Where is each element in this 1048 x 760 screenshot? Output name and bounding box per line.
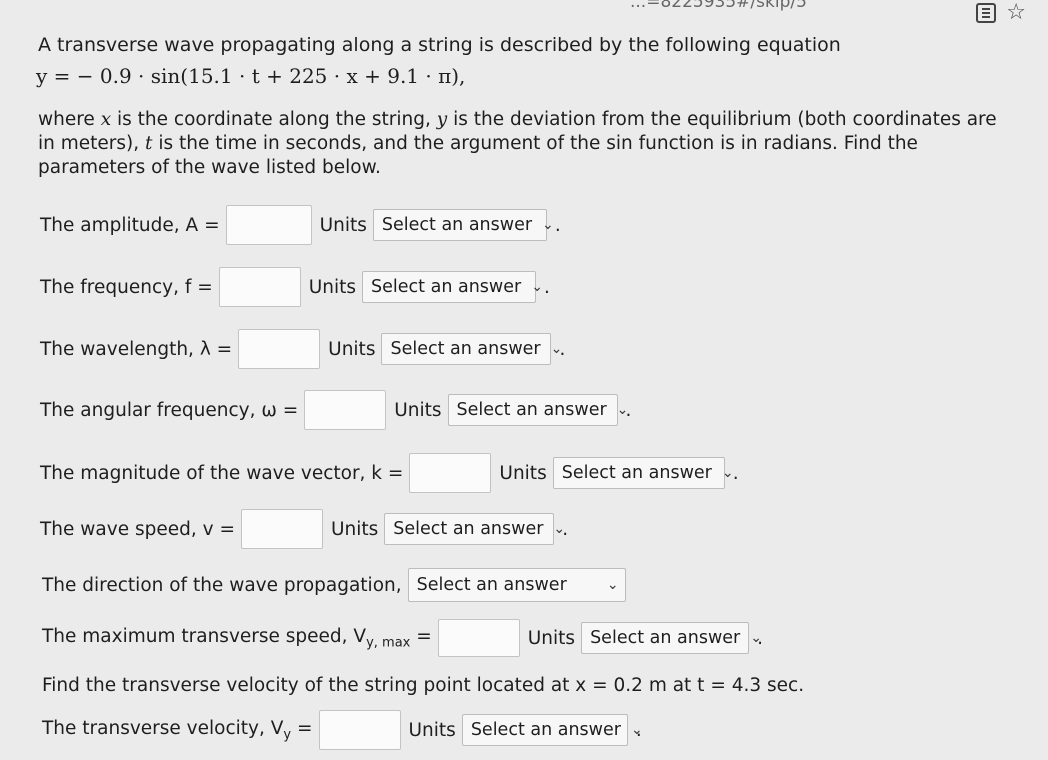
top-toolbar: ☆ (976, 2, 1026, 24)
amplitude-input[interactable] (225, 205, 312, 245)
wavelength-units-select[interactable]: Select an answer ⌄ (381, 333, 562, 365)
angular-frequency-units-select[interactable]: Select an answer ⌄ (447, 394, 628, 426)
chevron-down-icon: ⌄ (542, 217, 554, 233)
transverse-velocity-period: . (635, 719, 642, 741)
direction-select[interactable]: Select an answer ⌄ (407, 568, 626, 602)
direction-label: The direction of the wave propagation, (42, 574, 402, 596)
wave-speed-units-label: Units (330, 518, 379, 540)
wavelength-row: The wavelength, λ = Units Select an answ… (40, 329, 565, 369)
wave-vector-row: The magnitude of the wave vector, k = Un… (40, 453, 739, 493)
chevron-down-icon: ⌄ (606, 577, 619, 593)
wave-vector-units-label: Units (499, 462, 547, 484)
wave-speed-input[interactable] (240, 509, 323, 549)
amplitude-period: . (554, 214, 561, 236)
transverse-velocity-row: The transverse velocity, Vy = Units Sele… (42, 710, 643, 750)
max-transverse-speed-label: The maximum transverse speed, Vy, max = (42, 625, 432, 651)
wavelength-period: . (559, 338, 566, 360)
wave-speed-label: The wave speed, v = (40, 518, 235, 540)
max-transverse-speed-units-label: Units (527, 627, 576, 649)
max-transverse-speed-period: . (757, 627, 763, 649)
direction-row: The direction of the wave propagation, S… (42, 568, 626, 602)
angular-frequency-row: The angular frequency, ω = Units Select … (40, 390, 631, 430)
angular-frequency-input[interactable] (304, 390, 387, 430)
frequency-units-select[interactable]: Select an answer ⌄ (362, 271, 543, 303)
frequency-period: . (544, 276, 550, 298)
amplitude-label: The amplitude, A = (40, 214, 220, 236)
problem-description: where x is the coordinate along the stri… (38, 109, 997, 178)
amplitude-row: The amplitude, A = Units Select an answe… (40, 205, 561, 245)
wavelength-input[interactable] (238, 329, 321, 369)
transverse-velocity-label: The transverse velocity, Vy = (42, 717, 313, 743)
problem-title: A transverse wave propagating along a st… (38, 34, 841, 56)
wave-vector-units-select[interactable]: Select an answer ⌄ (552, 457, 734, 489)
frequency-units-label: Units (308, 276, 357, 298)
wave-speed-row: The wave speed, v = Units Select an answ… (40, 509, 568, 549)
transverse-velocity-input[interactable] (318, 710, 401, 750)
angular-frequency-units-label: Units (394, 399, 442, 421)
frequency-input[interactable] (218, 267, 301, 307)
transverse-velocity-units-label: Units (408, 719, 456, 741)
wave-speed-units-select[interactable]: Select an answer ⌄ (384, 513, 565, 545)
chevron-down-icon: ⌄ (531, 279, 543, 295)
wave-vector-label: The magnitude of the wave vector, k = (40, 462, 404, 484)
max-transverse-speed-units-select[interactable]: Select an answer ⌄ (581, 622, 762, 654)
url-fragment: ...=8225935#/skip/5 (630, 0, 807, 12)
reader-icon[interactable] (976, 3, 997, 23)
wavelength-units-label: Units (328, 338, 376, 360)
angular-frequency-period: . (625, 399, 632, 421)
amplitude-units-label: Units (319, 214, 367, 236)
wave-vector-input[interactable] (409, 453, 492, 493)
max-transverse-speed-row: The maximum transverse speed, Vy, max = … (42, 619, 763, 657)
angular-frequency-label: The angular frequency, ω = (40, 399, 299, 421)
star-icon[interactable]: ☆ (1006, 2, 1026, 24)
wave-vector-period: . (732, 462, 739, 484)
frequency-label: The frequency, f = (40, 276, 213, 298)
amplitude-units-select[interactable]: Select an answer ⌄ (372, 209, 554, 241)
wavelength-label: The wavelength, λ = (40, 338, 233, 360)
wave-equation: y = − 0.9 · sin(15.1 · t + 225 · x + 9.1… (36, 64, 466, 88)
transverse-velocity-units-select[interactable]: Select an answer ⌄ (461, 714, 643, 746)
wave-speed-period: . (562, 518, 569, 540)
frequency-row: The frequency, f = Units Select an answe… (40, 267, 550, 307)
find-instruction: Find the transverse velocity of the stri… (42, 675, 805, 696)
max-transverse-speed-input[interactable] (437, 619, 520, 657)
